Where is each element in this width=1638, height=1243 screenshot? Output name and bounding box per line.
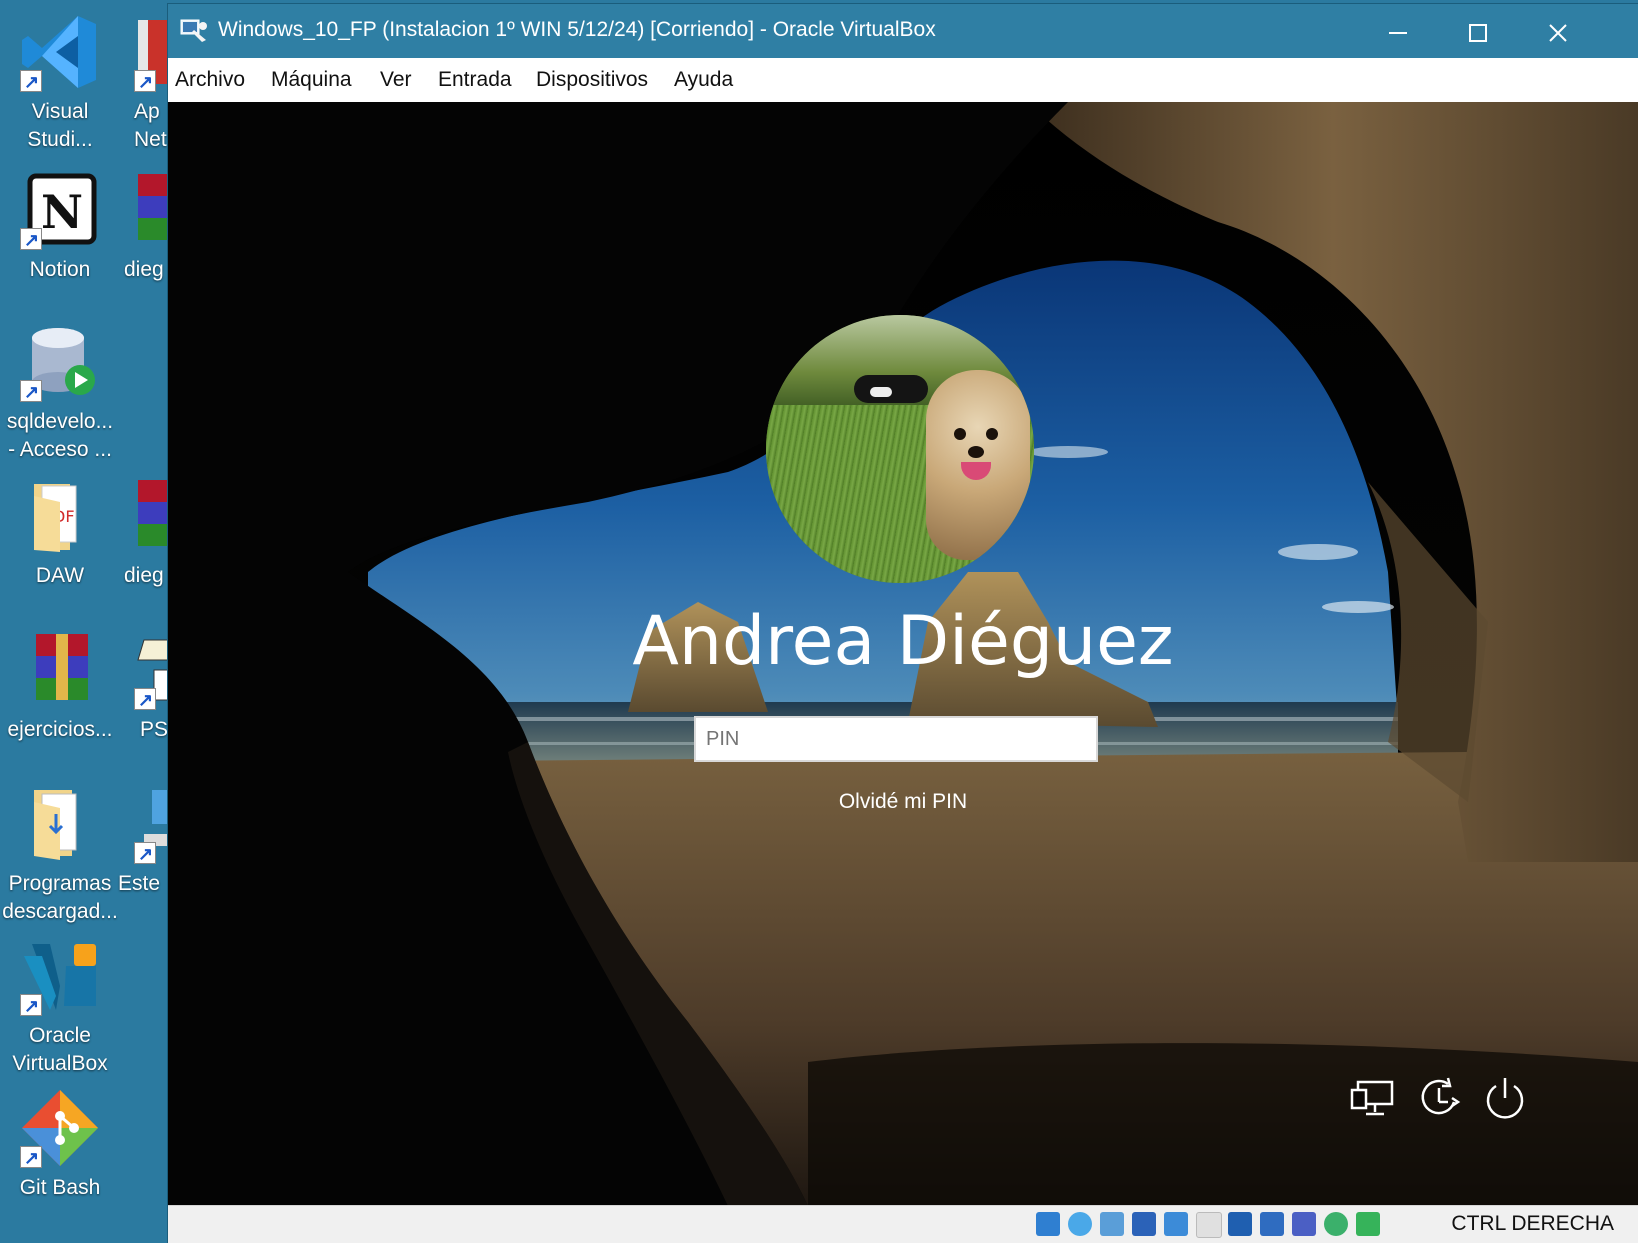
desktop-icon-sqldeveloper[interactable]: sqldevelo... - Acceso ...: [0, 322, 120, 464]
desktop-icon-oracle-virtualbox[interactable]: Oracle VirtualBox: [0, 936, 120, 1078]
virtualbox-window: Windows_10_FP (Instalacion 1º WIN 5/12/2…: [168, 4, 1638, 1243]
desktop-icon-label: Git Bash: [19, 1176, 101, 1199]
pin-input[interactable]: [694, 716, 1098, 762]
maximize-icon: [1469, 24, 1487, 43]
shortcut-arrow-icon: [20, 226, 42, 254]
usb-icon[interactable]: [1164, 1212, 1188, 1236]
network-adapters-icon[interactable]: [1132, 1212, 1156, 1236]
close-button[interactable]: [1518, 4, 1598, 58]
document-icon: [134, 630, 168, 714]
forgot-pin-link[interactable]: Olvidé mi PIN: [168, 790, 1638, 814]
accessibility-button[interactable]: [1412, 1072, 1466, 1126]
desktop-icon-label: PS: [140, 718, 168, 741]
title-bar[interactable]: Windows_10_FP (Instalacion 1º WIN 5/12/2…: [168, 4, 1638, 58]
menu-bar: Archivo Máquina Ver Entrada Dispositivos…: [168, 58, 1638, 102]
window-title: Windows_10_FP (Instalacion 1º WIN 5/12/2…: [218, 18, 936, 41]
desktop-icon-label: Oracle VirtualBox: [12, 1024, 108, 1075]
desktop-icon-label: sqldevelo... - Acceso ...: [6, 410, 114, 461]
shortcut-arrow-icon: [20, 68, 42, 96]
notion-icon: N: [20, 170, 100, 254]
audio-icon[interactable]: [1100, 1212, 1124, 1236]
desktop-icon-dieg-archive-2[interactable]: dieg: [100, 476, 168, 590]
pdf-folder-icon: PDF: [20, 476, 100, 556]
virtualbox-window-icon: [180, 18, 208, 44]
minimize-button[interactable]: [1358, 4, 1438, 58]
folder-icon: [20, 784, 100, 864]
status-bar: CTRL DERECHA: [168, 1205, 1638, 1243]
desktop-icon-ps[interactable]: PS: [100, 630, 168, 744]
menu-maquina[interactable]: Máquina: [257, 58, 366, 102]
winrar-archive-icon: [20, 630, 100, 710]
dog-picture: [854, 375, 928, 403]
menu-archivo[interactable]: Archivo: [161, 58, 259, 102]
mouse-integration-icon[interactable]: [1324, 1212, 1348, 1236]
host-key-label: CTRL DERECHA: [1451, 1212, 1614, 1235]
computer-icon: [134, 784, 168, 868]
desktop-icon-label: dieg: [124, 564, 164, 587]
desktop-icon-dieg-archive[interactable]: dieg: [100, 170, 168, 284]
visual-studio-icon: [20, 12, 100, 96]
close-icon: [1549, 24, 1567, 42]
network-button[interactable]: [1348, 1072, 1402, 1126]
shortcut-arrow-icon: [20, 378, 42, 406]
desktop-icon-git-bash[interactable]: Git Bash: [0, 1088, 120, 1202]
shortcut-arrow-icon: [134, 68, 156, 96]
cpu-icon[interactable]: [1292, 1212, 1316, 1236]
user-name: Andrea Diéguez: [632, 602, 1174, 681]
menu-ver[interactable]: Ver: [366, 58, 426, 102]
power-icon: [1486, 1078, 1524, 1119]
menu-entrada[interactable]: Entrada: [424, 58, 526, 102]
user-avatar: [766, 315, 1034, 583]
maximize-button[interactable]: [1438, 4, 1518, 58]
git-bash-icon: [20, 1088, 100, 1172]
menu-dispositivos[interactable]: Dispositivos: [522, 58, 662, 102]
desktop-icon-label: dieg: [124, 258, 164, 281]
network-icon: [1350, 1080, 1394, 1116]
hard-disk-icon[interactable]: [1036, 1212, 1060, 1236]
desktop-icon-label: Ap Net: [134, 100, 167, 151]
shortcut-arrow-icon: [20, 1144, 42, 1172]
shortcut-arrow-icon: [20, 992, 42, 1020]
desktop-icon-label: Este: [118, 872, 161, 895]
guest-display[interactable]: Andrea Diéguez Olvidé mi PIN: [168, 102, 1638, 1206]
power-button[interactable]: [1478, 1072, 1532, 1126]
shared-folders-icon[interactable]: [1196, 1212, 1222, 1238]
shortcut-arrow-icon: [134, 686, 156, 714]
accessibility-icon: [1421, 1077, 1461, 1115]
database-icon: [20, 322, 100, 406]
desktop-icon-este-equipo[interactable]: Este: [100, 784, 168, 898]
winrar-archive-icon: [134, 476, 168, 556]
menu-ayuda[interactable]: Ayuda: [660, 58, 747, 102]
keyboard-capture-icon[interactable]: [1356, 1212, 1380, 1236]
recording-icon[interactable]: [1260, 1212, 1284, 1236]
winrar-archive-icon: [134, 170, 168, 250]
svg-text:N: N: [41, 185, 83, 239]
shortcut-arrow-icon: [134, 840, 156, 868]
minimize-icon: [1389, 32, 1407, 35]
virtualbox-icon: [20, 936, 100, 1020]
display-icon[interactable]: [1228, 1212, 1252, 1236]
desktop-icon-ap-net[interactable]: Ap Net: [100, 12, 168, 154]
optical-drive-icon[interactable]: [1068, 1212, 1092, 1236]
